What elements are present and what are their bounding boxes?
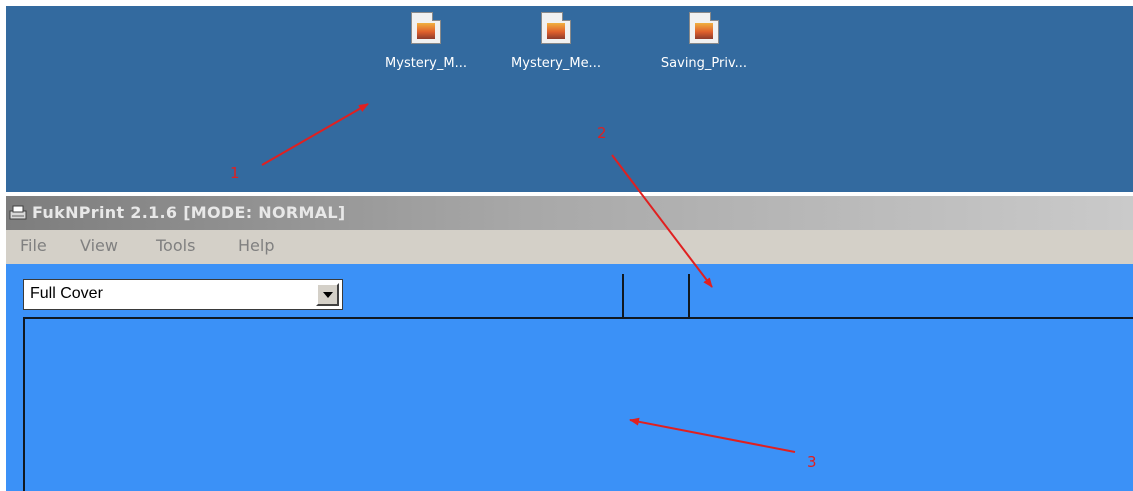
menu-help[interactable]: Help <box>238 236 274 255</box>
window-title: FukNPrint 2.1.6 [MODE: NORMAL] <box>32 203 346 222</box>
annotation-label-2: 2 <box>597 124 607 142</box>
mode-select[interactable]: Full Cover <box>23 279 343 310</box>
annotation-label-1: 1 <box>230 164 240 182</box>
preview-area[interactable] <box>23 317 1133 491</box>
client-area: Full Cover <box>6 264 1133 491</box>
title-bar[interactable]: FukNPrint 2.1.6 [MODE: NORMAL] <box>6 196 1133 230</box>
menu-view[interactable]: View <box>80 236 118 255</box>
desktop-file-icon-mystery-2[interactable]: Mystery_Me... <box>501 12 611 71</box>
image-file-icon <box>411 12 441 44</box>
app-window: FukNPrint 2.1.6 [MODE: NORMAL] File View… <box>6 196 1133 491</box>
desktop-file-icon-saving-priv[interactable]: Saving_Priv... <box>649 12 759 71</box>
menu-bar: File View Tools Help <box>6 230 1133 264</box>
printer-app-icon <box>9 205 27 220</box>
desktop-file-label: Mystery_M... <box>385 56 467 71</box>
desktop-file-label: Saving_Priv... <box>660 56 748 71</box>
desktop-file-label: Mystery_Me... <box>511 56 601 71</box>
toolbar-divider <box>622 274 624 317</box>
image-file-icon <box>689 12 719 44</box>
desktop: Mystery_M... Mystery_Me... Saving_Priv..… <box>6 6 1133 192</box>
menu-file[interactable]: File <box>20 236 47 255</box>
desktop-file-icon-mystery-1[interactable]: Mystery_M... <box>371 12 481 71</box>
mode-select-value: Full Cover <box>30 285 103 302</box>
annotation-label-3: 3 <box>807 453 817 471</box>
dropdown-arrow-icon[interactable] <box>316 283 339 306</box>
menu-tools[interactable]: Tools <box>156 236 195 255</box>
toolbar-divider <box>688 274 690 317</box>
image-file-icon <box>541 12 571 44</box>
